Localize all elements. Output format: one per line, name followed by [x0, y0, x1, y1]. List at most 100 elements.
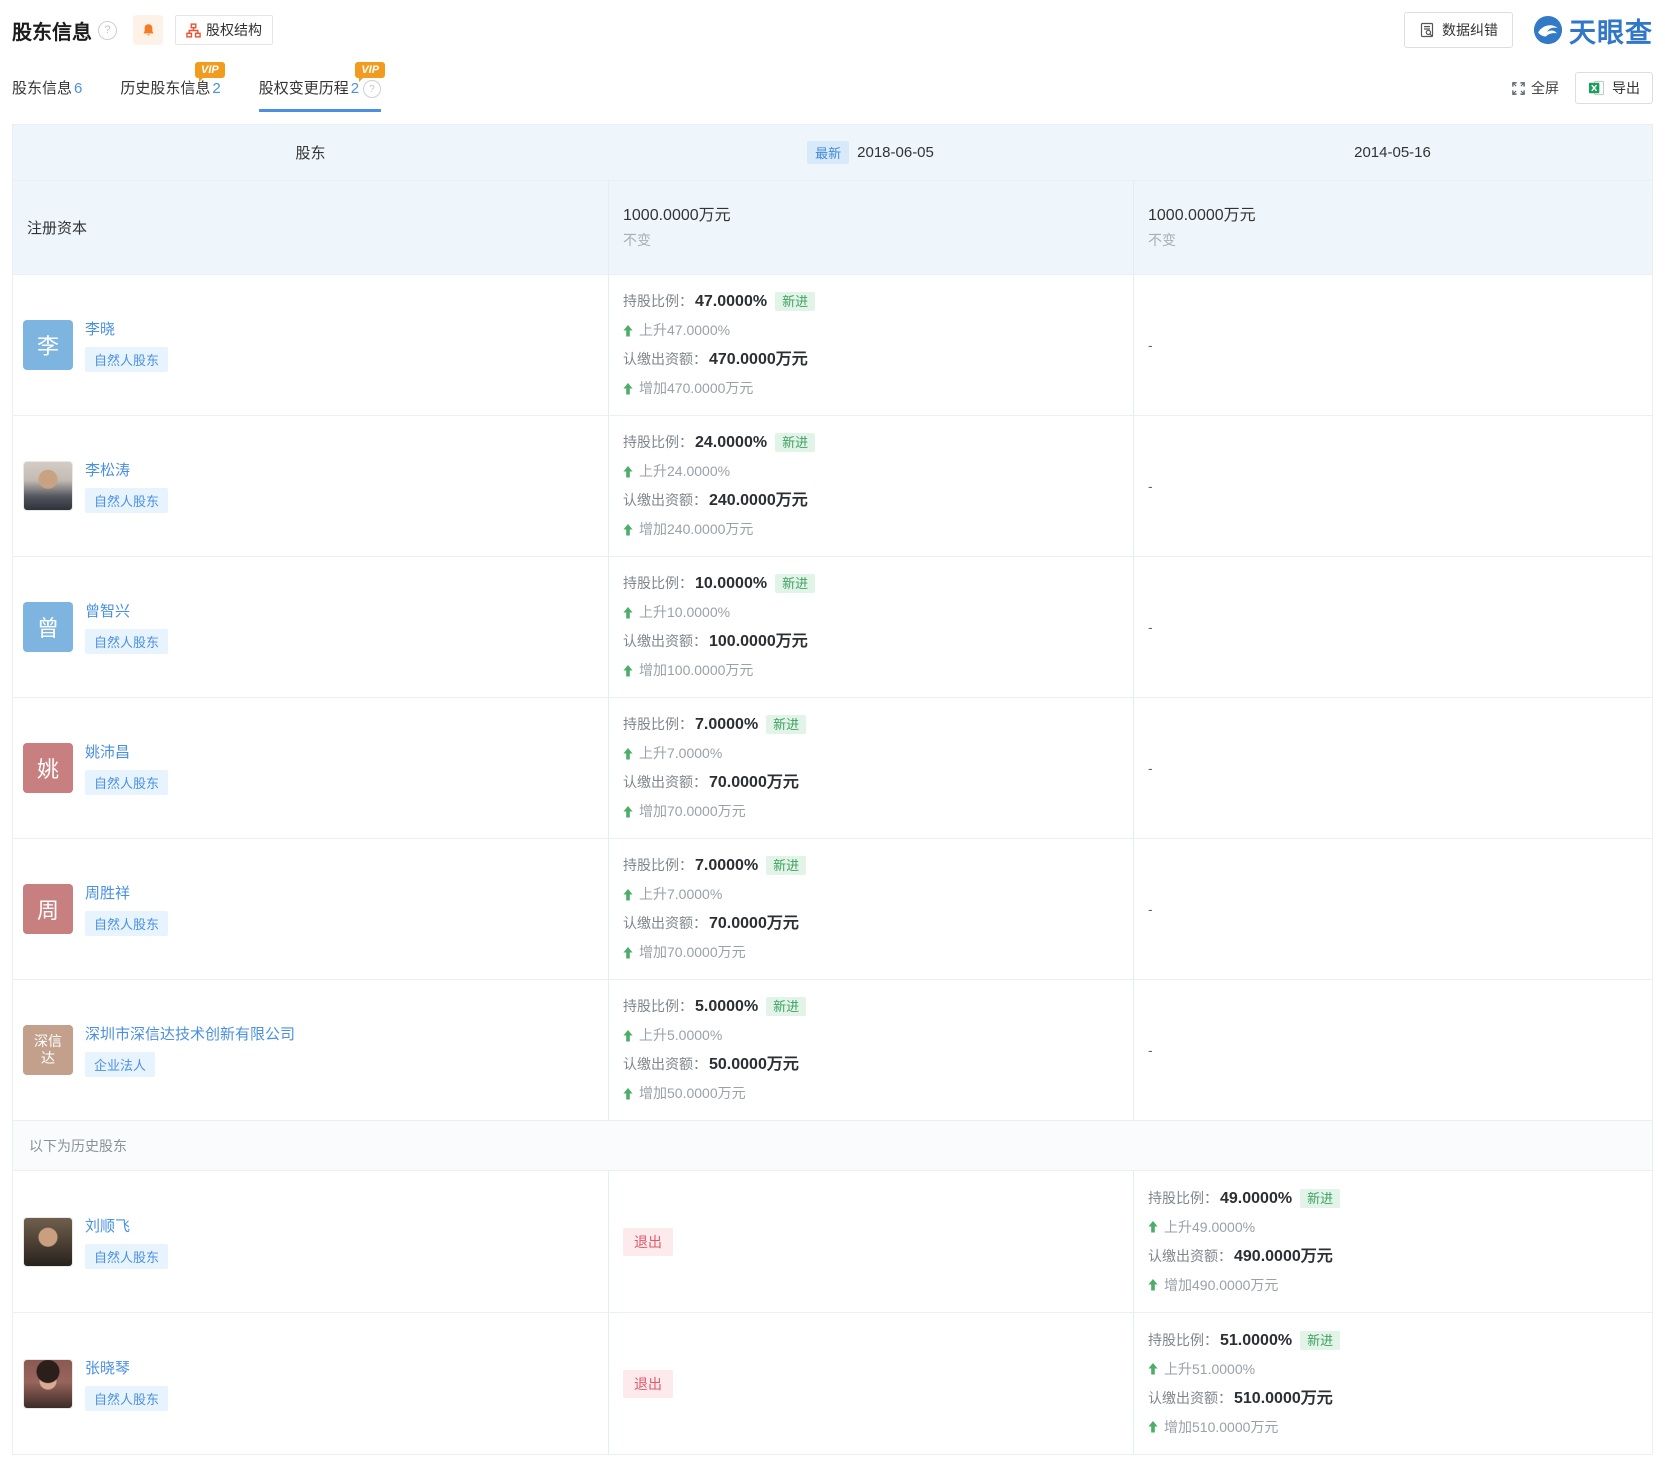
tianyancha-logo[interactable]: 天眼查 — [1533, 11, 1653, 50]
export-button[interactable]: 导出 — [1575, 72, 1653, 104]
ratio-label: 持股比例： — [623, 293, 693, 309]
data-correction-button[interactable]: 数据纠错 — [1404, 12, 1513, 48]
expand-arrows-icon — [1511, 81, 1526, 96]
ratio-change: 上升51.0000% — [1164, 1355, 1255, 1384]
ratio-line: 持股比例：7.0000%新进 — [623, 851, 1133, 880]
shareholder-link[interactable]: 周胜祥 — [85, 882, 168, 903]
registered-capital-row: 注册资本 1000.0000万元 不变 1000.0000万元 不变 — [13, 180, 1652, 274]
fullscreen-label: 全屏 — [1531, 78, 1559, 98]
ratio-change-line: 上升5.0000% — [623, 1021, 1133, 1050]
shareholder-cell: 姚 姚沛昌 自然人股东 — [13, 698, 608, 838]
vip-badge: VIP — [355, 62, 385, 78]
amount-change: 增加70.0000万元 — [639, 938, 746, 967]
letter-avatar[interactable]: 曾 — [23, 602, 73, 652]
ratio-label: 持股比例： — [623, 716, 693, 732]
empty-value-cell: - — [1133, 839, 1652, 979]
fullscreen-button[interactable]: 全屏 — [1511, 78, 1559, 98]
amount-label: 认缴出资额： — [623, 774, 707, 790]
amount-label: 认缴出资额： — [623, 633, 707, 649]
shareholder-type-tag: 自然人股东 — [85, 1244, 168, 1269]
photo-avatar[interactable] — [23, 461, 73, 511]
amount-change-line: 增加50.0000万元 — [623, 1079, 1133, 1108]
shareholder-info: 姚沛昌 自然人股东 — [85, 741, 168, 795]
shareholder-cell: 深信达 深圳市深信达技术创新有限公司 企业法人 — [13, 980, 608, 1120]
ratio-change-line: 上升49.0000% — [1148, 1213, 1652, 1242]
letter-avatar[interactable]: 李 — [23, 320, 73, 370]
empty-value-cell: - — [1133, 557, 1652, 697]
excel-icon — [1588, 80, 1605, 96]
amount-label: 认缴出资额： — [1148, 1390, 1232, 1406]
ratio-change: 上升7.0000% — [639, 739, 722, 768]
new-entry-badge: 新进 — [775, 433, 815, 452]
exit-cell: 退出 — [608, 1171, 1133, 1312]
ratio-change-line: 上升51.0000% — [1148, 1355, 1652, 1384]
shareholder-link[interactable]: 李晓 — [85, 318, 168, 339]
letter-avatar[interactable]: 姚 — [23, 743, 73, 793]
amount-change-line: 增加70.0000万元 — [623, 938, 1133, 967]
ratio-value: 5.0000% — [695, 998, 758, 1015]
arrow-up-icon — [623, 665, 633, 677]
ratio-line: 持股比例：7.0000%新进 — [623, 710, 1133, 739]
capital-change: 不变 — [1148, 228, 1652, 252]
tab-history-shareholder-info[interactable]: VIP 历史股东信息2 — [120, 77, 220, 112]
equity-structure-button[interactable]: 股权结构 — [175, 15, 273, 45]
export-label: 导出 — [1612, 78, 1640, 98]
amount-change-line: 增加470.0000万元 — [623, 374, 1133, 403]
tab-label: 股东信息 — [12, 80, 72, 97]
table-row: 李松涛 自然人股东 持股比例：24.0000%新进 上升24.0000% 认缴出… — [13, 415, 1652, 556]
amount-change-line: 增加240.0000万元 — [623, 515, 1133, 544]
table-row: 姚 姚沛昌 自然人股东 持股比例：7.0000%新进 上升7.0000% 认缴出… — [13, 697, 1652, 838]
page-title: 股东信息 — [12, 16, 92, 45]
holding-detail-cell: 持股比例：24.0000%新进 上升24.0000% 认缴出资额：240.000… — [608, 416, 1133, 556]
bell-button[interactable] — [133, 15, 163, 45]
holding-detail-cell: 持股比例：10.0000%新进 上升10.0000% 认缴出资额：100.000… — [608, 557, 1133, 697]
shareholder-link[interactable]: 李松涛 — [85, 459, 168, 480]
amount-label: 认缴出资额： — [623, 1056, 707, 1072]
col-header-shareholder: 股东 — [13, 125, 608, 180]
tab-equity-change-history[interactable]: VIP 股权变更历程2? — [259, 77, 381, 113]
amount-value: 70.0000万元 — [709, 915, 799, 932]
ratio-label: 持股比例： — [623, 434, 693, 450]
tab-count: 2 — [212, 80, 220, 97]
ratio-label: 持股比例： — [1148, 1332, 1218, 1348]
amount-line: 认缴出资额：70.0000万元 — [623, 768, 1133, 797]
amount-value: 470.0000万元 — [709, 351, 808, 368]
doc-magnifier-icon — [1419, 22, 1435, 38]
ratio-value: 47.0000% — [695, 293, 767, 310]
shareholder-type-tag: 自然人股东 — [85, 347, 168, 372]
shareholder-link[interactable]: 姚沛昌 — [85, 741, 168, 762]
tab-help-icon[interactable]: ? — [363, 80, 381, 98]
new-entry-badge: 新进 — [1300, 1331, 1340, 1350]
ratio-change-line: 上升7.0000% — [623, 739, 1133, 768]
shareholder-link[interactable]: 张晓琴 — [85, 1357, 168, 1378]
title-help-icon[interactable]: ? — [98, 21, 117, 40]
amount-change-line: 增加70.0000万元 — [623, 797, 1133, 826]
tab-label: 历史股东信息 — [120, 80, 210, 97]
company-link[interactable]: 深圳市深信达技术创新有限公司 — [85, 1023, 295, 1044]
arrow-up-icon — [623, 947, 633, 959]
shareholder-link[interactable]: 曾智兴 — [85, 600, 168, 621]
table-actions: 全屏 导出 — [1511, 72, 1653, 112]
photo-avatar[interactable] — [23, 1217, 73, 1267]
tab-count: 6 — [74, 80, 82, 97]
ratio-change-line: 上升10.0000% — [623, 598, 1133, 627]
tab-shareholder-info[interactable]: 股东信息6 — [12, 77, 82, 112]
ratio-value: 7.0000% — [695, 716, 758, 733]
holding-detail-cell: 持股比例：7.0000%新进 上升7.0000% 认缴出资额：70.0000万元… — [608, 698, 1133, 838]
amount-change: 增加100.0000万元 — [639, 656, 753, 685]
data-correction-label: 数据纠错 — [1442, 20, 1498, 40]
amount-label: 认缴出资额： — [623, 915, 707, 931]
amount-change-line: 增加490.0000万元 — [1148, 1271, 1652, 1300]
shareholder-link[interactable]: 刘顺飞 — [85, 1215, 168, 1236]
letter-avatar[interactable]: 深信达 — [23, 1025, 73, 1075]
arrow-up-icon — [623, 325, 633, 337]
letter-avatar[interactable]: 周 — [23, 884, 73, 934]
ratio-label: 持股比例： — [623, 857, 693, 873]
photo-avatar[interactable] — [23, 1359, 73, 1409]
holding-detail-cell: 持股比例：49.0000%新进 上升49.0000% 认缴出资额：490.000… — [1133, 1171, 1652, 1312]
shareholder-type-tag: 自然人股东 — [85, 629, 168, 654]
arrow-up-icon — [623, 1088, 633, 1100]
exit-cell: 退出 — [608, 1313, 1133, 1454]
table-row: 深信达 深圳市深信达技术创新有限公司 企业法人 持股比例：5.0000%新进 上… — [13, 979, 1652, 1120]
registered-capital-label: 注册资本 — [13, 181, 608, 274]
